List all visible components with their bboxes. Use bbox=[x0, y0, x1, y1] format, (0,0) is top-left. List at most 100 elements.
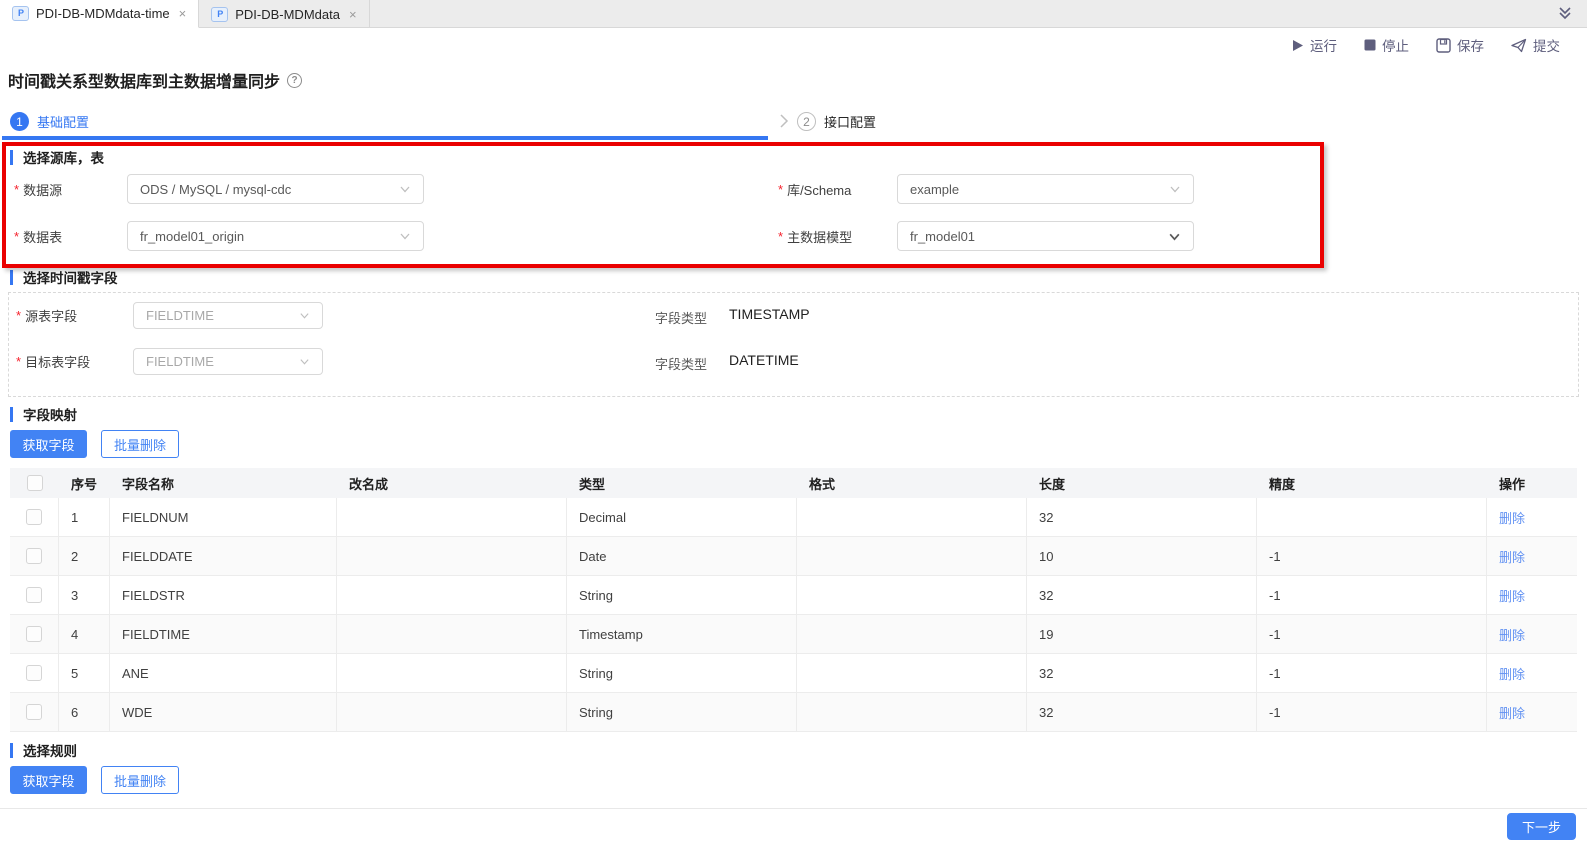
get-fields-button-rules[interactable]: 获取字段 bbox=[10, 766, 87, 794]
submit-button[interactable]: 提交 bbox=[1511, 35, 1560, 55]
required-asterisk: * bbox=[14, 228, 20, 244]
collapse-double-chevron-icon[interactable] bbox=[1557, 5, 1573, 21]
cell-length: 32 bbox=[1027, 654, 1257, 692]
select-all-checkbox[interactable] bbox=[26, 475, 43, 491]
field-type-label: 字段类型 bbox=[655, 311, 708, 326]
cell-type: Date bbox=[567, 537, 797, 575]
play-icon bbox=[1293, 39, 1303, 51]
tab-pdi-db-mdmdata[interactable]: P PDI-DB-MDMdata × bbox=[199, 0, 370, 28]
target-field-select[interactable]: FIELDTIME bbox=[133, 348, 323, 375]
header-action: 操作 bbox=[1499, 476, 1526, 492]
cell-rename[interactable] bbox=[337, 537, 567, 575]
label-text: 库/Schema bbox=[787, 182, 852, 198]
section-title-text: 字段映射 bbox=[23, 408, 77, 423]
active-step-indicator-bar bbox=[2, 136, 768, 140]
label-text: 主数据模型 bbox=[787, 229, 853, 245]
submit-label: 提交 bbox=[1533, 39, 1560, 54]
pdi-file-icon: P bbox=[211, 6, 229, 22]
label-text: 源表字段 bbox=[25, 309, 78, 324]
cell-seq: 2 bbox=[59, 537, 110, 575]
master-model-select[interactable]: fr_model01 bbox=[897, 221, 1194, 251]
cell-precision bbox=[1257, 498, 1487, 536]
row-checkbox[interactable] bbox=[26, 665, 42, 681]
delete-link[interactable]: 删除 bbox=[1499, 625, 1525, 644]
cell-length: 10 bbox=[1027, 537, 1257, 575]
cell-precision: -1 bbox=[1257, 693, 1487, 731]
schema-select[interactable]: example bbox=[897, 174, 1194, 204]
step-basic-config[interactable]: 1 基础配置 bbox=[10, 112, 89, 131]
step-number: 1 bbox=[10, 112, 29, 131]
cell-type: String bbox=[567, 693, 797, 731]
table-row: 3 FIELDSTR String 32 -1 删除 bbox=[10, 576, 1577, 615]
delete-link[interactable]: 删除 bbox=[1499, 703, 1525, 722]
cell-field-name: ANE bbox=[110, 654, 337, 692]
cell-field-name: FIELDTIME bbox=[110, 615, 337, 653]
source-field-select[interactable]: FIELDTIME bbox=[133, 302, 323, 329]
field-type-label: 字段类型 bbox=[655, 357, 708, 372]
cell-rename[interactable] bbox=[337, 498, 567, 536]
delete-link[interactable]: 删除 bbox=[1499, 586, 1525, 605]
section-title-text: 选择规则 bbox=[23, 744, 77, 759]
run-button[interactable]: 运行 bbox=[1291, 35, 1337, 55]
next-step-button[interactable]: 下一步 bbox=[1507, 813, 1576, 840]
section-title-text: 选择时间戳字段 bbox=[23, 271, 118, 286]
chevron-down-icon bbox=[1168, 230, 1181, 243]
run-label: 运行 bbox=[1310, 39, 1337, 54]
table-row: 4 FIELDTIME Timestamp 19 -1 删除 bbox=[10, 615, 1577, 654]
row-checkbox[interactable] bbox=[26, 548, 42, 564]
tab-bar: P PDI-DB-MDMdata-time × P PDI-DB-MDMdata… bbox=[0, 0, 1587, 28]
cell-precision: -1 bbox=[1257, 537, 1487, 575]
row-checkbox[interactable] bbox=[26, 587, 42, 603]
datasource-value: ODS / MySQL / mysql-cdc bbox=[140, 181, 292, 197]
batch-delete-button-rules[interactable]: 批量删除 bbox=[101, 766, 179, 794]
cell-field-name: FIELDNUM bbox=[110, 498, 337, 536]
cell-rename[interactable] bbox=[337, 654, 567, 692]
header-rename: 改名成 bbox=[349, 476, 389, 492]
section-title-text: 选择源库，表 bbox=[23, 151, 104, 166]
section-accent-bar bbox=[10, 149, 13, 165]
datasource-select[interactable]: ODS / MySQL / mysql-cdc bbox=[127, 174, 424, 204]
tab-pdi-db-mdmdata-time[interactable]: P PDI-DB-MDMdata-time × bbox=[0, 0, 200, 28]
pdi-file-icon: P bbox=[12, 6, 29, 21]
cell-format bbox=[797, 537, 1027, 575]
close-icon[interactable]: × bbox=[179, 6, 187, 21]
help-icon[interactable]: ? bbox=[287, 72, 303, 88]
get-fields-button[interactable]: 获取字段 bbox=[10, 430, 87, 458]
table-row: 6 WDE String 32 -1 删除 bbox=[10, 693, 1577, 732]
row-checkbox[interactable] bbox=[26, 626, 42, 642]
row-checkbox[interactable] bbox=[26, 704, 42, 720]
chevron-down-icon bbox=[1169, 183, 1181, 195]
chevron-down-icon bbox=[299, 356, 310, 367]
source-field-value: FIELDTIME bbox=[146, 308, 214, 323]
batch-delete-button[interactable]: 批量删除 bbox=[101, 430, 179, 458]
tab-label: PDI-DB-MDMdata-time bbox=[36, 6, 170, 21]
header-length: 长度 bbox=[1039, 476, 1066, 492]
header-field-name: 字段名称 bbox=[122, 476, 175, 492]
field-mapping-table: 序号 字段名称 改名成 类型 格式 长度 精度 操作 1 FIELDNUM De… bbox=[10, 468, 1577, 732]
save-label: 保存 bbox=[1457, 39, 1484, 54]
cell-rename[interactable] bbox=[337, 693, 567, 731]
save-button[interactable]: 保存 bbox=[1436, 35, 1484, 55]
close-icon[interactable]: × bbox=[349, 7, 357, 22]
delete-link[interactable]: 删除 bbox=[1499, 508, 1525, 527]
label-text: 目标表字段 bbox=[25, 355, 91, 370]
delete-link[interactable]: 删除 bbox=[1499, 664, 1525, 683]
delete-link[interactable]: 删除 bbox=[1499, 547, 1525, 566]
required-asterisk: * bbox=[16, 308, 22, 323]
cell-format bbox=[797, 576, 1027, 614]
label-text: 数据源 bbox=[23, 182, 63, 198]
cell-length: 19 bbox=[1027, 615, 1257, 653]
datatable-select[interactable]: fr_model01_origin bbox=[127, 221, 424, 251]
cell-seq: 1 bbox=[59, 498, 110, 536]
stop-button[interactable]: 停止 bbox=[1364, 35, 1409, 55]
stop-icon bbox=[1364, 39, 1376, 51]
cell-seq: 5 bbox=[59, 654, 110, 692]
section-accent-bar bbox=[10, 269, 13, 285]
step-interface-config[interactable]: 2 接口配置 bbox=[797, 112, 876, 131]
row-checkbox[interactable] bbox=[26, 509, 42, 525]
cell-rename[interactable] bbox=[337, 576, 567, 614]
cell-precision: -1 bbox=[1257, 576, 1487, 614]
cell-precision: -1 bbox=[1257, 615, 1487, 653]
cell-rename[interactable] bbox=[337, 615, 567, 653]
cell-seq: 6 bbox=[59, 693, 110, 731]
